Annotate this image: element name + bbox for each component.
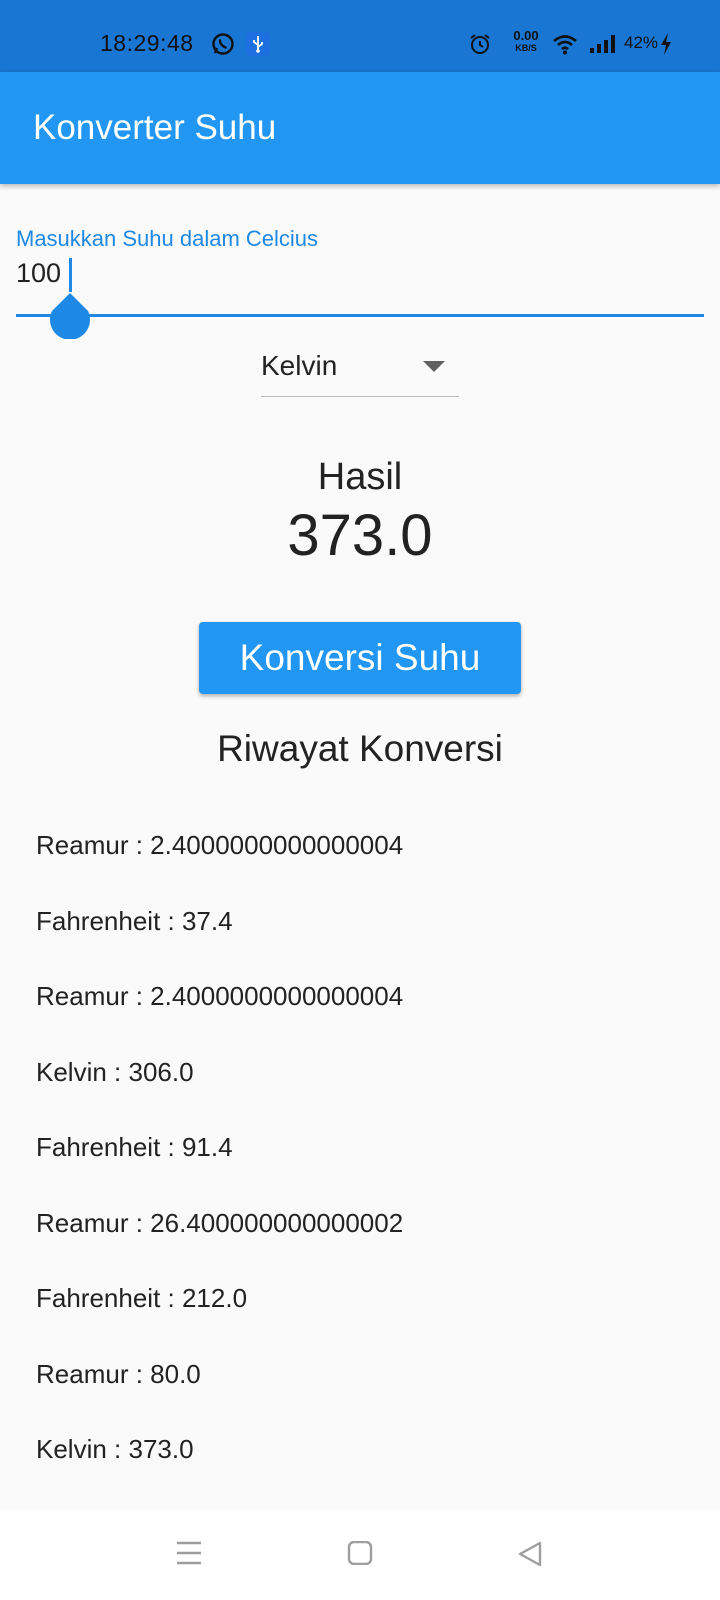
app-title: Konverter Suhu bbox=[33, 108, 277, 147]
celsius-input[interactable]: 100 bbox=[16, 258, 61, 289]
input-underline bbox=[16, 314, 704, 317]
result-value: 373.0 bbox=[287, 503, 433, 568]
wifi-icon bbox=[552, 33, 578, 60]
battery-level: 42% bbox=[624, 33, 659, 52]
history-item: Kelvin : 306.0 bbox=[36, 1056, 194, 1087]
usb-icon bbox=[246, 32, 270, 61]
whatsapp-icon bbox=[211, 32, 235, 61]
history-item: Reamur : 80.0 bbox=[36, 1358, 201, 1389]
celsius-input-label: Masukkan Suhu dalam Celcius bbox=[16, 226, 319, 251]
history-item: Reamur : 2.4000000000000004 bbox=[36, 981, 404, 1011]
network-speed: 0.00 KB/S bbox=[513, 28, 539, 53]
app-bar: Konverter Suhu bbox=[0, 72, 720, 184]
history-item: Fahrenheit : 212.0 bbox=[36, 1283, 248, 1313]
dropdown-arrow-icon bbox=[423, 361, 445, 372]
navigation-bar bbox=[0, 1510, 720, 1600]
result-label: Hasil bbox=[317, 456, 403, 498]
convert-button[interactable]: Konversi Suhu bbox=[199, 622, 521, 694]
signal-icon bbox=[589, 34, 617, 59]
home-icon[interactable] bbox=[347, 1540, 373, 1570]
back-icon[interactable] bbox=[517, 1541, 543, 1572]
history-item: Kelvin : 373.0 bbox=[36, 1434, 194, 1464]
history-title: Riwayat Konversi bbox=[217, 728, 503, 769]
history-item: Fahrenheit : 91.4 bbox=[36, 1132, 233, 1162]
history-item: Reamur : 2.4000000000000004 bbox=[36, 830, 404, 860]
dropdown-selected-value: Kelvin bbox=[261, 350, 338, 381]
menu-icon[interactable] bbox=[176, 1541, 202, 1570]
status-time: 18:29:48 bbox=[100, 30, 194, 56]
status-bar: 18:29:48 0.00 KB/S 42% bbox=[0, 0, 720, 72]
cursor-handle[interactable] bbox=[48, 293, 92, 344]
text-cursor bbox=[69, 258, 72, 292]
history-item: Fahrenheit : 37.4 bbox=[36, 905, 233, 936]
app-screen: 18:29:48 0.00 KB/S 42% Konverter Suhu Ma… bbox=[0, 0, 720, 1600]
history-item: Reamur : 26.400000000000002 bbox=[36, 1207, 404, 1238]
charging-icon bbox=[660, 33, 672, 60]
history-list: Reamur : 2.4000000000000004 Fahrenheit :… bbox=[36, 832, 686, 1512]
unit-dropdown[interactable]: Kelvin bbox=[261, 340, 459, 397]
alarm-icon bbox=[469, 33, 491, 60]
